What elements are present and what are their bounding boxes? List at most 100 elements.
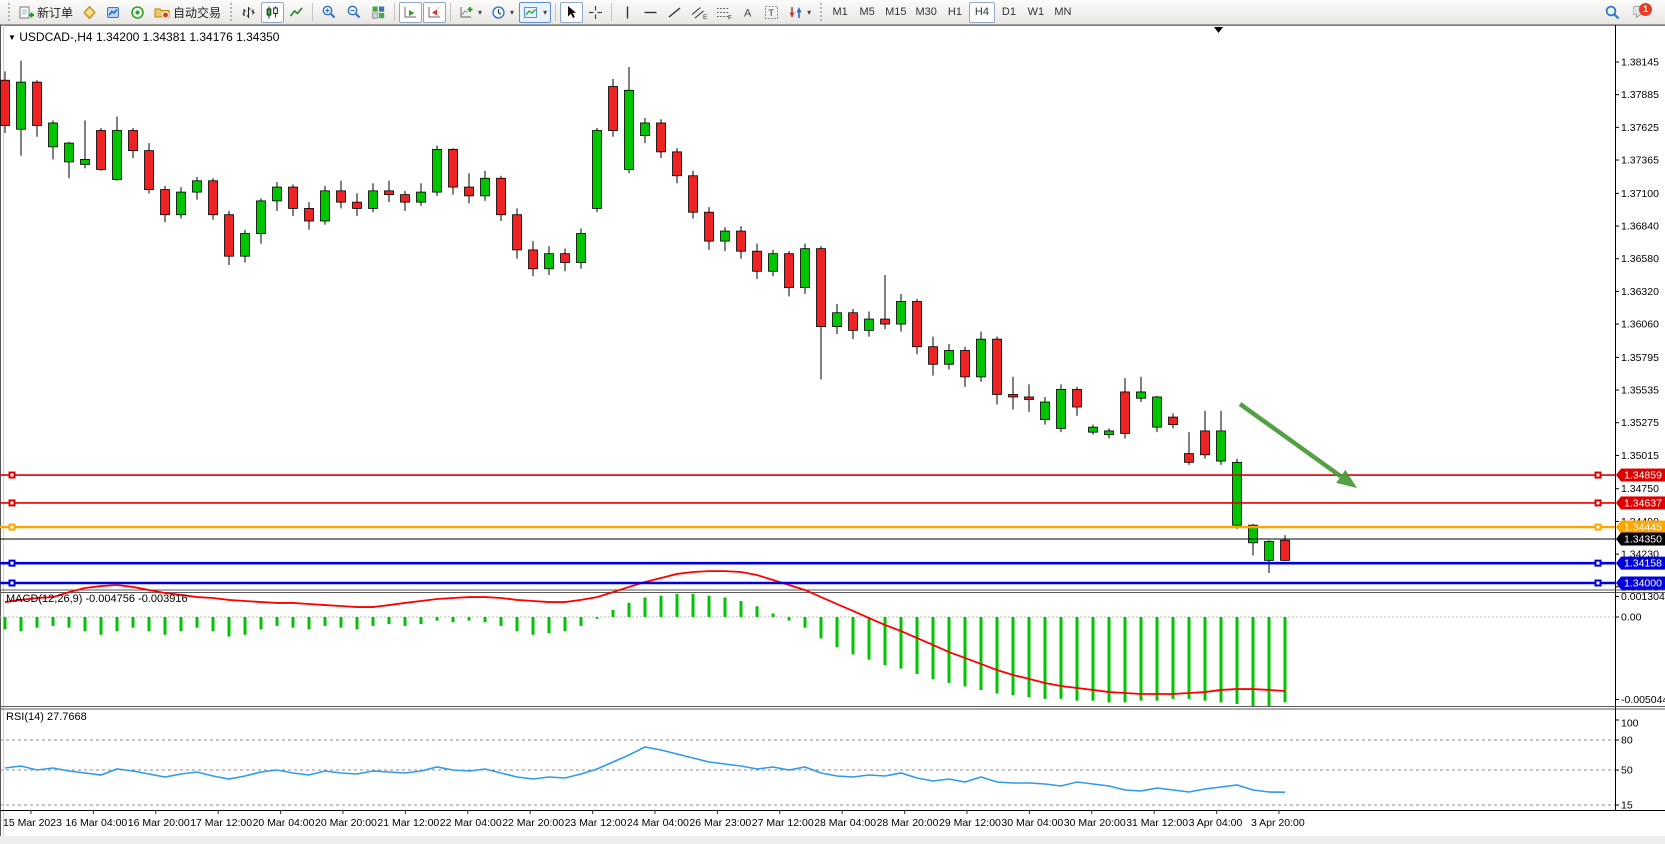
candle-body-bear — [289, 187, 298, 208]
time-axis-label: 21 Mar 12:00 — [377, 817, 439, 829]
macd-indicator-label: MACD(12,26,9) -0.004756 -0.003916 — [6, 593, 188, 605]
timeframe-button-h4[interactable]: H4 — [969, 2, 995, 23]
candle-body-bear — [993, 339, 1002, 394]
candle[interactable] — [993, 337, 1002, 405]
line-chart-icon — [289, 5, 304, 20]
candle-body-bull — [1233, 462, 1242, 525]
timeframe-button-d1[interactable]: D1 — [996, 2, 1022, 23]
zoom-out-icon — [346, 4, 362, 20]
periods-menu-button[interactable]: ▾ — [487, 2, 518, 23]
indicators-button[interactable]: ▾ — [455, 2, 486, 23]
time-axis-label: 15 Mar 2023 — [3, 817, 62, 829]
timeframe-button-m15[interactable]: M15 — [881, 2, 910, 23]
zoom-in-button[interactable] — [317, 2, 341, 23]
candle-body-bear — [849, 313, 858, 331]
crosshair-tool-button[interactable] — [584, 2, 607, 23]
zoom-out-button[interactable] — [342, 2, 366, 23]
candle[interactable] — [97, 128, 106, 171]
mt4-window: { "toolbar": { "new_order_label": "新订单",… — [0, 0, 1665, 844]
rsi-axis-label: 80 — [1621, 735, 1633, 747]
toolbar-drag-handle[interactable] — [8, 3, 10, 21]
bar-chart-button[interactable] — [237, 2, 260, 23]
candle[interactable] — [593, 128, 602, 212]
search-button[interactable] — [1600, 2, 1625, 23]
candle[interactable] — [609, 79, 618, 137]
rsi-indicator-label: RSI(14) 27.7668 — [6, 711, 87, 723]
candle[interactable] — [433, 146, 442, 196]
candle-body-bull — [257, 201, 266, 234]
candle-body-bear — [609, 87, 618, 131]
candle-body-bear — [305, 208, 314, 221]
notifications-button[interactable]: 1 — [1629, 1, 1655, 23]
candle-body-bull — [481, 178, 490, 196]
candle[interactable] — [977, 332, 986, 382]
line-chart-button[interactable] — [285, 2, 308, 23]
timeframe-button-w1[interactable]: W1 — [1023, 2, 1049, 23]
candle[interactable] — [209, 178, 218, 219]
chart-symbol-period: USDCAD-,H4 — [19, 30, 92, 44]
price-badge-label: 1.34158 — [1624, 558, 1662, 570]
time-axis-label: 30 Mar 04:00 — [1001, 817, 1063, 829]
candle-body-bear — [401, 195, 410, 203]
price-axis-label: 1.37885 — [1621, 89, 1659, 101]
new-order-button[interactable]: 新订单 — [15, 2, 77, 23]
zoom-in-icon — [321, 4, 337, 20]
fibonacci-tool-button[interactable]: F — [712, 2, 736, 23]
candle-body-bull — [17, 82, 26, 129]
signals-button[interactable] — [126, 2, 149, 23]
label-tool-button[interactable]: T — [760, 2, 783, 23]
cursor-tool-button[interactable] — [560, 2, 583, 23]
trendline-tool-button[interactable] — [663, 2, 686, 23]
profiles-button[interactable] — [78, 2, 101, 23]
candle-body-bear — [817, 249, 826, 327]
candle-body-bear — [913, 301, 922, 346]
candle-body-bear — [209, 181, 218, 215]
new-order-label: 新订单 — [37, 4, 73, 21]
candle-body-bear — [881, 319, 890, 324]
price-axis-label: 1.37100 — [1621, 188, 1659, 200]
timeframe-button-m5[interactable]: M5 — [854, 2, 880, 23]
candle[interactable] — [1233, 459, 1242, 529]
new-order-icon — [19, 5, 34, 20]
candle-body-bear — [1121, 392, 1130, 433]
timeframe-button-m30[interactable]: M30 — [912, 2, 941, 23]
candle[interactable] — [689, 171, 698, 219]
auto-scroll-button[interactable] — [399, 2, 422, 23]
candle[interactable] — [497, 176, 506, 221]
chart-title: ▼ USDCAD-,H4 1.34200 1.34381 1.34176 1.3… — [8, 30, 279, 44]
timeframe-group: M1M5M15M30H1H4D1W1MN — [827, 2, 1076, 23]
toolbar-drag-handle[interactable] — [820, 3, 822, 21]
toolbar-separator — [450, 3, 451, 21]
candle[interactable] — [1057, 384, 1066, 432]
candlestick-chart-button[interactable] — [261, 2, 284, 23]
chart-title-collapse-icon[interactable]: ▼ — [8, 33, 16, 42]
toolbar-drag-handle[interactable] — [230, 3, 232, 21]
candle[interactable] — [145, 143, 154, 193]
candle[interactable] — [577, 229, 586, 269]
autotrading-button[interactable]: 自动交易 — [150, 2, 225, 23]
time-axis-label: 3 Apr 04:00 — [1189, 817, 1243, 829]
candle[interactable] — [913, 299, 922, 354]
text-tool-button[interactable]: A — [737, 2, 759, 23]
candle[interactable] — [801, 244, 810, 294]
chart-shift-icon — [427, 5, 442, 20]
candle[interactable] — [177, 187, 186, 218]
horizontal-line-tool-button[interactable] — [639, 2, 662, 23]
timeframe-button-m1[interactable]: M1 — [827, 2, 853, 23]
chart-canvas[interactable]: 1.381451.378851.376251.373651.371001.368… — [0, 0, 1665, 844]
chart-shift-button[interactable] — [423, 2, 446, 23]
arrows-tool-button[interactable]: ▾ — [784, 2, 815, 23]
candle[interactable] — [1153, 396, 1162, 432]
time-axis-label: 22 Mar 20:00 — [502, 817, 564, 829]
templates-button[interactable]: ▾ — [519, 2, 551, 23]
candle[interactable] — [1, 71, 10, 133]
tile-windows-button[interactable] — [367, 2, 390, 23]
candle-body-bear — [337, 191, 346, 202]
channel-tool-button[interactable]: E — [687, 2, 711, 23]
candle[interactable] — [321, 186, 330, 225]
vertical-line-tool-button[interactable] — [616, 2, 638, 23]
timeframe-button-h1[interactable]: H1 — [942, 2, 968, 23]
market-watch-button[interactable] — [102, 2, 125, 23]
price-badge-label: 1.34350 — [1624, 534, 1662, 546]
timeframe-button-mn[interactable]: MN — [1050, 2, 1076, 23]
